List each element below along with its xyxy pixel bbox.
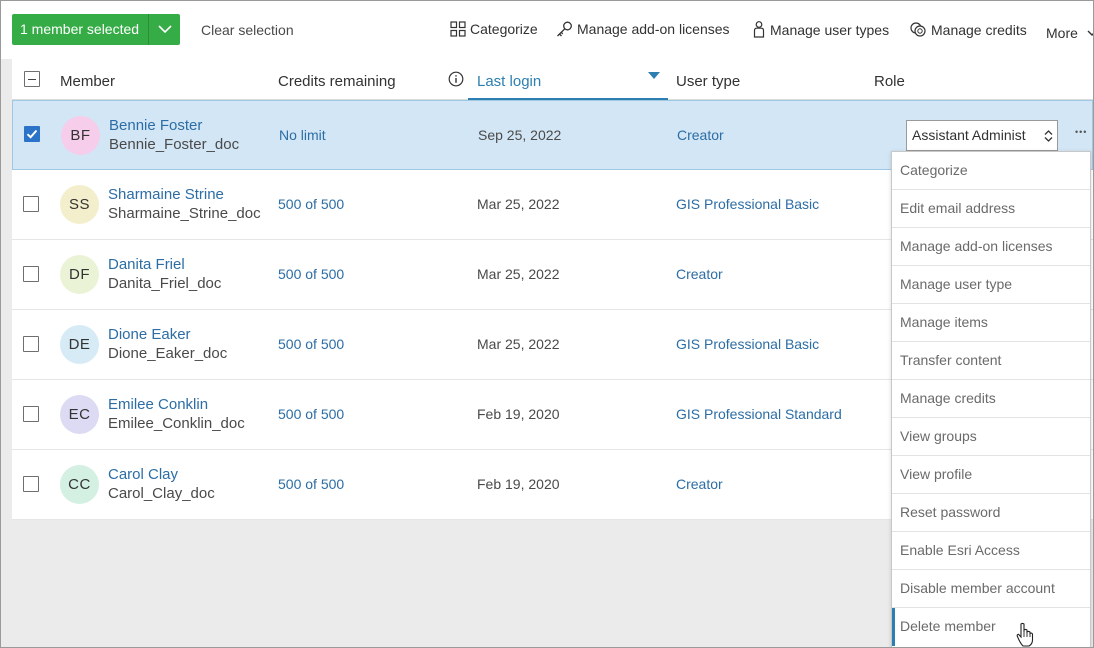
menu-item-reset-password[interactable]: Reset password — [892, 494, 1090, 532]
selection-dropdown-toggle[interactable] — [148, 14, 181, 45]
user-type-link[interactable]: GIS Professional Basic — [676, 196, 819, 212]
row-checkbox[interactable] — [23, 196, 39, 212]
key-icon — [557, 21, 572, 37]
clear-selection-button[interactable]: Clear selection — [201, 22, 294, 38]
more-label: More — [1046, 25, 1078, 41]
members-page: 1 member selected Clear selection Catego… — [0, 0, 1094, 648]
select-arrows-icon — [1044, 130, 1053, 142]
member-name-link[interactable]: Sharmaine Strine — [108, 186, 224, 203]
column-header-member[interactable]: Member — [60, 73, 115, 90]
selection-toolbar: 1 member selected Clear selection Catego… — [1, 1, 1093, 59]
menu-item-manage-user-type[interactable]: Manage user type — [892, 266, 1090, 304]
member-username: Dione_Eaker_doc — [108, 345, 228, 362]
credits-remaining-link[interactable]: 500 of 500 — [278, 336, 344, 352]
last-login-value: Mar 25, 2022 — [477, 336, 560, 352]
row-checkbox[interactable] — [23, 266, 39, 282]
member-name-link[interactable]: Bennie Foster — [109, 117, 202, 134]
menu-item-categorize[interactable]: Categorize — [892, 152, 1090, 190]
row-checkbox[interactable] — [23, 406, 39, 422]
manage-credits-button[interactable]: Manage credits — [909, 21, 1027, 38]
user-type-link[interactable]: GIS Professional Standard — [676, 406, 842, 422]
credits-remaining-link[interactable]: 500 of 500 — [278, 196, 344, 212]
user-type-link[interactable]: Creator — [676, 476, 723, 492]
member-actions-menu: Categorize Edit email address Manage add-o… — [891, 151, 1091, 647]
select-all-checkbox[interactable] — [24, 71, 40, 87]
member-name-link[interactable]: Danita Friel — [108, 256, 185, 273]
manage-credits-label: Manage credits — [931, 21, 1027, 38]
avatar: SS — [60, 185, 99, 224]
column-header-role[interactable]: Role — [874, 73, 905, 90]
chevron-down-icon — [1087, 30, 1093, 36]
menu-item-disable-member-account[interactable]: Disable member account — [892, 570, 1090, 608]
row-checkbox[interactable] — [24, 126, 40, 142]
member-username: Carol_Clay_doc — [108, 485, 215, 502]
user-type-link[interactable]: Creator — [677, 127, 724, 143]
credits-remaining-link[interactable]: 500 of 500 — [278, 406, 344, 422]
member-name-link[interactable]: Dione Eaker — [108, 326, 191, 343]
menu-item-enable-esri-access[interactable]: Enable Esri Access — [892, 532, 1090, 570]
credits-remaining-link[interactable]: 500 of 500 — [278, 476, 344, 492]
row-checkbox[interactable] — [23, 336, 39, 352]
last-login-value: Sep 25, 2022 — [478, 127, 562, 143]
last-login-value: Mar 25, 2022 — [477, 196, 560, 212]
avatar: DE — [60, 325, 99, 364]
member-username: Danita_Friel_doc — [108, 275, 222, 292]
manage-addon-licenses-label: Manage add-on licenses — [577, 21, 730, 37]
row-actions-ellipsis-icon[interactable]: ••• — [1075, 127, 1087, 137]
menu-item-manage-credits[interactable]: Manage credits — [892, 380, 1090, 418]
menu-item-delete-member[interactable]: Delete member — [892, 608, 1090, 646]
role-select[interactable]: Assistant Administ — [906, 120, 1058, 151]
menu-item-view-profile[interactable]: View profile — [892, 456, 1090, 494]
info-icon[interactable] — [448, 71, 464, 87]
user-icon — [753, 21, 765, 38]
menu-item-edit-email-address[interactable]: Edit email address — [892, 190, 1090, 228]
sort-descending-icon[interactable] — [648, 72, 660, 80]
categorize-icon — [450, 21, 466, 37]
hand-pointer-cursor-icon — [1016, 622, 1034, 647]
member-username: Emilee_Conklin_doc — [108, 415, 245, 432]
indeterminate-mark — [28, 78, 36, 80]
avatar: CC — [60, 465, 99, 504]
user-type-link[interactable]: Creator — [676, 266, 723, 282]
column-header-last-login[interactable]: Last login — [477, 73, 541, 90]
avatar: DF — [60, 255, 99, 294]
menu-item-view-groups[interactable]: View groups — [892, 418, 1090, 456]
avatar: EC — [60, 395, 99, 434]
credits-icon — [910, 22, 926, 37]
categorize-label: Categorize — [470, 21, 538, 37]
chevron-down-icon — [157, 25, 172, 34]
menu-item-manage-add-on-licenses[interactable]: Manage add-on licenses — [892, 228, 1090, 266]
menu-item-transfer-content[interactable]: Transfer content — [892, 342, 1090, 380]
manage-addon-licenses-button[interactable]: Manage add-on licenses — [556, 21, 730, 37]
manage-user-types-label: Manage user types — [770, 21, 890, 38]
member-username: Bennie_Foster_doc — [109, 136, 240, 153]
last-login-value: Mar 25, 2022 — [477, 266, 560, 282]
last-login-value: Feb 19, 2020 — [477, 406, 560, 422]
avatar: BF — [61, 116, 100, 155]
member-username: Sharmaine_Strine_doc — [108, 205, 261, 222]
column-header-credits[interactable]: Credits remaining — [278, 73, 396, 90]
member-name-link[interactable]: Emilee Conklin — [108, 396, 208, 413]
last-login-value: Feb 19, 2020 — [477, 476, 560, 492]
column-header-user-type[interactable]: User type — [676, 73, 740, 90]
role-select-value: Assistant Administ — [912, 127, 1026, 143]
table-header: Member Credits remaining Last login User… — [12, 59, 1093, 100]
more-button[interactable]: More — [1046, 25, 1093, 41]
manage-user-types-button[interactable]: Manage user types — [752, 21, 889, 38]
row-checkbox[interactable] — [23, 476, 39, 492]
menu-item-manage-items[interactable]: Manage items — [892, 304, 1090, 342]
checkmark-icon — [26, 129, 38, 139]
credits-remaining-link[interactable]: 500 of 500 — [278, 266, 344, 282]
members-selected-button[interactable]: 1 member selected — [12, 14, 149, 45]
user-type-link[interactable]: GIS Professional Basic — [676, 336, 819, 352]
categorize-button[interactable]: Categorize — [450, 21, 538, 37]
credits-remaining-link[interactable]: No limit — [279, 127, 326, 143]
member-selected-split-button: 1 member selected — [12, 14, 181, 45]
member-name-link[interactable]: Carol Clay — [108, 466, 178, 483]
